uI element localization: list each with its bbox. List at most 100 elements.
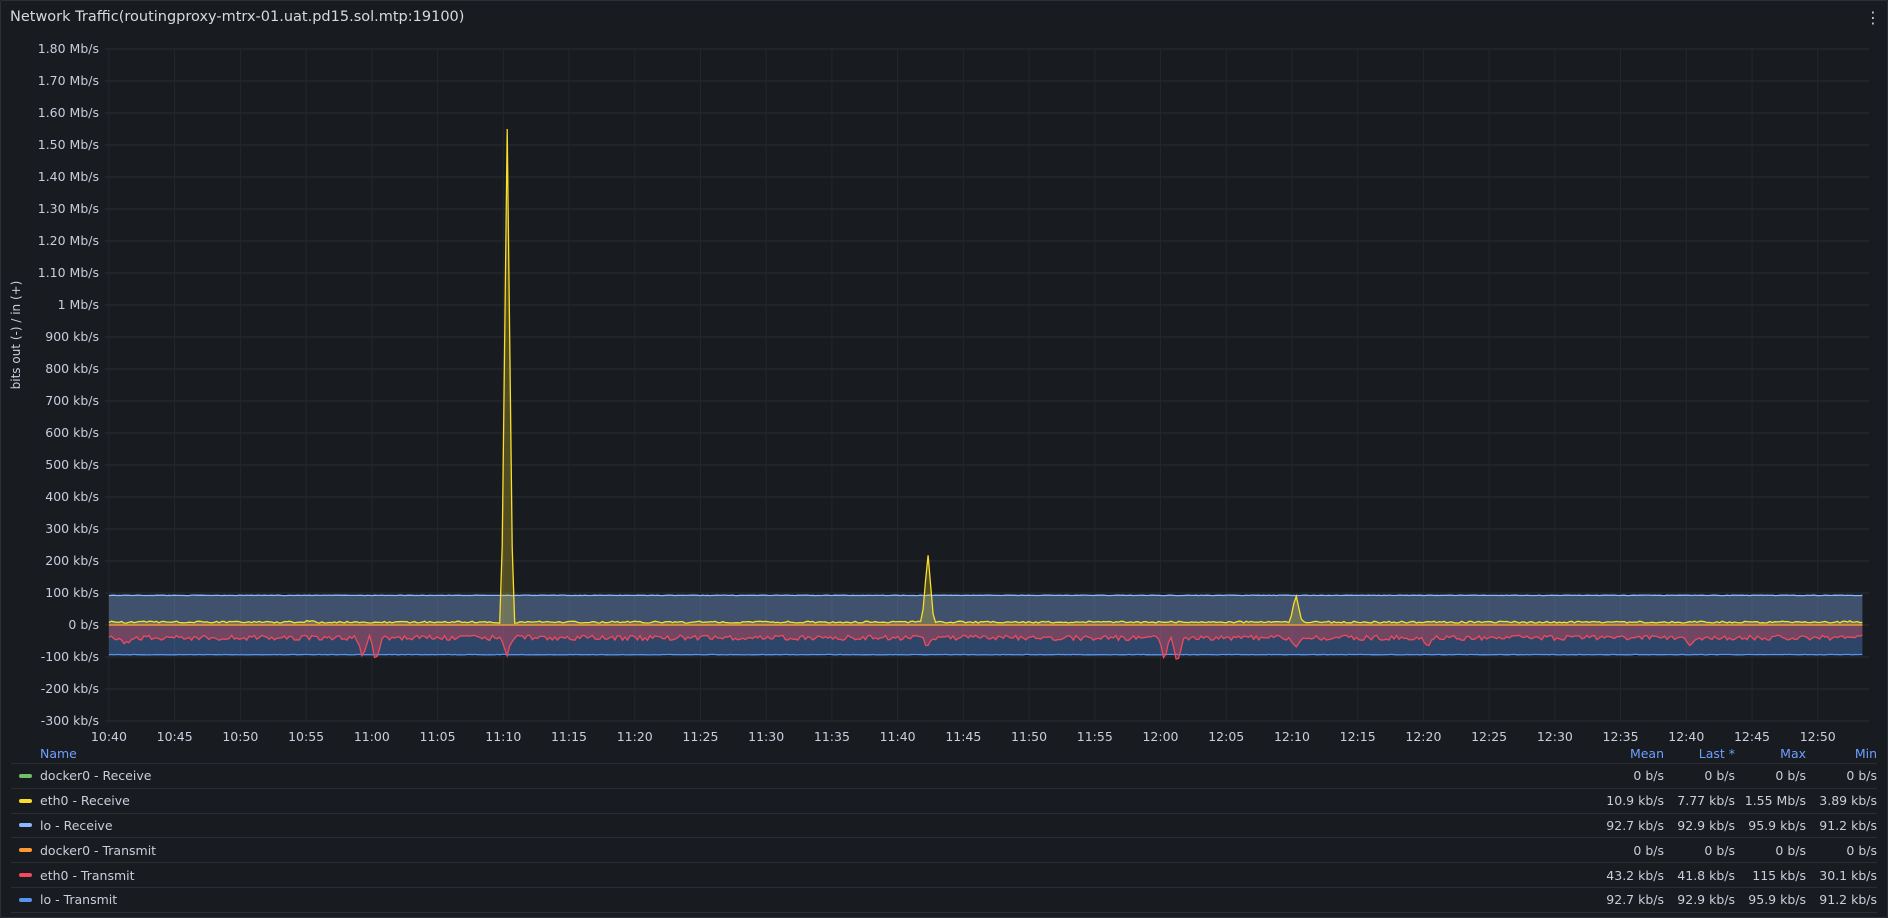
y-tick-label: 900 kb/s	[45, 329, 99, 344]
series-color-swatch	[19, 773, 32, 778]
y-tick-label: 300 kb/s	[45, 521, 99, 536]
legend-last-value: 41.8 kb/s	[1677, 867, 1735, 883]
series-color-swatch	[19, 873, 32, 878]
series-color-swatch	[19, 848, 32, 853]
x-tick-label: 10:45	[157, 729, 193, 741]
y-tick-label: 1.40 Mb/s	[38, 169, 99, 184]
x-tick-label: 11:05	[420, 729, 456, 741]
legend-min-value: 91.2 kb/s	[1819, 817, 1877, 833]
x-tick-label: 12:25	[1471, 729, 1507, 741]
x-tick-label: 12:10	[1274, 729, 1310, 741]
legend-row[interactable]: eth0 - Transmit 43.2 kb/s 41.8 kb/s 115 kb/…	[11, 863, 1877, 888]
legend-series-label[interactable]: docker0 - Transmit	[40, 843, 156, 858]
lo-receive-area	[108, 595, 1863, 625]
legend-series-label[interactable]: eth0 - Transmit	[40, 868, 135, 883]
x-tick-label: 12:00	[1142, 729, 1178, 741]
legend-last-value: 7.77 kb/s	[1677, 793, 1735, 809]
x-tick-label: 11:30	[748, 729, 784, 741]
legend-mean-value: 0 b/s	[1633, 842, 1664, 858]
legend-header-max[interactable]: Max	[1735, 746, 1806, 761]
x-tick-label: 10:55	[288, 729, 324, 741]
legend-series-name[interactable]: lo - Transmit	[11, 892, 1593, 907]
y-tick-label: 1.20 Mb/s	[38, 233, 99, 248]
y-tick-label: 200 kb/s	[45, 553, 99, 568]
y-tick-label: -100 kb/s	[41, 649, 99, 664]
legend-last-value: 0 b/s	[1704, 842, 1735, 858]
legend-table: Name Mean Last * Max Min docker0 - Recei…	[11, 743, 1877, 913]
legend-row[interactable]: docker0 - Transmit 0 b/s 0 b/s 0 b/s 0 b/s	[11, 838, 1877, 864]
legend-min-value: 30.1 kb/s	[1819, 867, 1877, 883]
y-tick-label: 400 kb/s	[45, 489, 99, 504]
x-tick-label: 12:50	[1800, 729, 1836, 741]
legend-series-name[interactable]: docker0 - Transmit	[11, 843, 1593, 858]
legend-header-min[interactable]: Min	[1806, 746, 1877, 761]
legend-series-label[interactable]: lo - Receive	[40, 818, 113, 833]
legend-last-value: 92.9 kb/s	[1677, 817, 1735, 833]
legend-mean-value: 92.7 kb/s	[1606, 892, 1664, 908]
legend-max-value: 1.55 Mb/s	[1744, 793, 1806, 809]
legend-mean-value: 10.9 kb/s	[1606, 793, 1664, 809]
y-tick-label: 1.50 Mb/s	[38, 137, 99, 152]
legend-header-mean[interactable]: Mean	[1593, 746, 1664, 761]
lo-receive-line	[108, 594, 1863, 597]
y-tick-label: 700 kb/s	[45, 393, 99, 408]
x-tick-label: 11:35	[814, 729, 850, 741]
x-tick-label: 11:50	[1011, 729, 1047, 741]
x-tick-label: 12:05	[1208, 729, 1244, 741]
y-tick-label: 1.60 Mb/s	[38, 105, 99, 120]
series-color-swatch	[19, 897, 32, 902]
legend-row[interactable]: docker0 - Receive 0 b/s 0 b/s 0 b/s 0 b/s	[11, 764, 1877, 789]
x-tick-label: 11:10	[485, 729, 521, 741]
y-tick-label: 800 kb/s	[45, 361, 99, 376]
legend-series-label[interactable]: lo - Transmit	[40, 892, 117, 907]
legend-max-value: 95.9 kb/s	[1748, 817, 1806, 833]
legend-max-value: 115 kb/s	[1752, 867, 1806, 883]
legend-series-name[interactable]: lo - Receive	[11, 818, 1593, 833]
y-tick-label: 1 Mb/s	[58, 297, 99, 312]
y-axis-label: bits out (-) / in (+)	[9, 281, 23, 390]
legend-row[interactable]: lo - Receive 92.7 kb/s 92.9 kb/s 95.9 kb/s 9…	[11, 814, 1877, 839]
legend-row[interactable]: eth0 - Receive 10.9 kb/s 7.77 kb/s 1.55 Mb/…	[11, 789, 1877, 814]
legend-header-last[interactable]: Last *	[1664, 746, 1735, 761]
legend-row[interactable]: lo - Transmit 92.7 kb/s 92.9 kb/s 95.9 kb/s…	[11, 888, 1877, 913]
lo-transmit-line	[108, 653, 1863, 656]
x-tick-label: 10:40	[91, 729, 127, 741]
y-tick-label: 600 kb/s	[45, 425, 99, 440]
legend-header-name[interactable]: Name	[11, 746, 1593, 761]
legend-max-value: 0 b/s	[1775, 842, 1806, 858]
x-tick-label: 11:25	[682, 729, 718, 741]
legend-mean-value: 92.7 kb/s	[1606, 817, 1664, 833]
y-tick-label: 1.80 Mb/s	[38, 41, 99, 56]
legend-series-label[interactable]: eth0 - Receive	[40, 793, 130, 808]
y-tick-label: 1.10 Mb/s	[38, 265, 99, 280]
time-series-chart[interactable]: -300 kb/s -200 kb/s -100 kb/s 0 b/s 100 kb/s…	[1, 1, 1887, 741]
legend-series-label[interactable]: docker0 - Receive	[40, 768, 151, 783]
legend-header: Name Mean Last * Max Min	[11, 743, 1877, 764]
x-tick-label: 12:20	[1405, 729, 1441, 741]
legend-last-value: 0 b/s	[1704, 768, 1735, 784]
legend-series-name[interactable]: eth0 - Transmit	[11, 868, 1593, 883]
y-tick-label: 100 kb/s	[45, 585, 99, 600]
legend-series-name[interactable]: eth0 - Receive	[11, 793, 1593, 808]
y-tick-label: 0 b/s	[68, 617, 99, 632]
legend-mean-value: 43.2 kb/s	[1606, 867, 1664, 883]
series-color-swatch	[19, 823, 32, 828]
x-tick-label: 11:15	[551, 729, 587, 741]
x-tick-label: 12:30	[1537, 729, 1573, 741]
x-tick-label: 12:35	[1603, 729, 1639, 741]
legend-min-value: 3.89 kb/s	[1819, 793, 1877, 809]
legend-mean-value: 0 b/s	[1633, 768, 1664, 784]
x-tick-label: 12:15	[1340, 729, 1376, 741]
x-tick-label: 11:40	[880, 729, 916, 741]
y-tick-label: 1.70 Mb/s	[38, 73, 99, 88]
graph-panel: Network Traffic(routingproxy-mtrx-01.uat…	[0, 0, 1888, 918]
series-color-swatch	[19, 798, 32, 803]
x-tick-label: 11:55	[1077, 729, 1113, 741]
y-tick-label: -300 kb/s	[41, 713, 99, 728]
legend-max-value: 95.9 kb/s	[1748, 892, 1806, 908]
y-tick-label: 500 kb/s	[45, 457, 99, 472]
x-tick-label: 12:40	[1668, 729, 1704, 741]
x-tick-label: 11:45	[945, 729, 981, 741]
legend-min-value: 0 b/s	[1846, 842, 1877, 858]
legend-series-name[interactable]: docker0 - Receive	[11, 768, 1593, 783]
